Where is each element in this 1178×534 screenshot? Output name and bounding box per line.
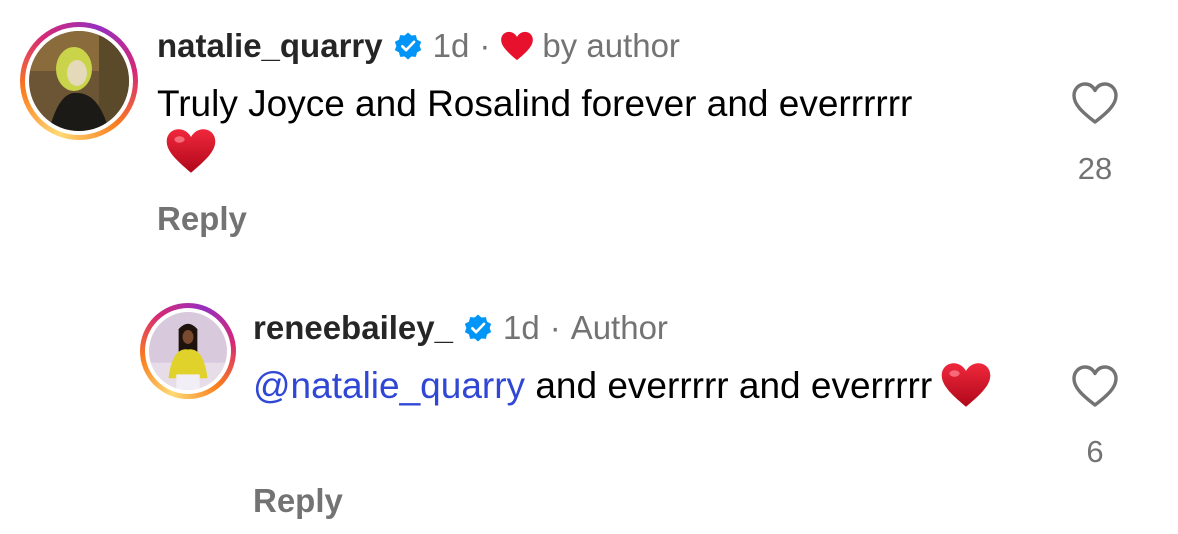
author-badge: Author <box>570 309 668 346</box>
comment-body: and everrrrr and everrrrr <box>525 365 933 406</box>
like-count: 6 <box>1086 434 1104 469</box>
verified-badge-icon <box>393 31 423 61</box>
avatar[interactable] <box>29 31 129 131</box>
comment-header: natalie_quarry 1d · by author <box>157 24 680 68</box>
heart-outline-icon[interactable] <box>1071 364 1119 408</box>
timestamp: 1d <box>432 27 470 64</box>
comment-text: @natalie_quarry and everrrrr and everrrr… <box>253 362 1013 410</box>
separator: · <box>549 309 561 346</box>
timestamp: 1d <box>502 309 540 346</box>
like-count: 28 <box>1077 151 1113 186</box>
avatar-photo <box>149 312 227 390</box>
story-ring[interactable] <box>140 303 236 399</box>
mention-link[interactable]: @natalie_quarry <box>253 365 525 406</box>
username[interactable]: natalie_quarry <box>157 27 383 65</box>
like-group: 6 <box>1063 364 1127 470</box>
red-heart-icon <box>500 31 534 61</box>
story-ring[interactable] <box>20 22 138 140</box>
avatar-photo <box>29 31 129 131</box>
comment-text: Truly Joyce and Rosalind forever and eve… <box>157 80 917 176</box>
comment-header: reneebailey_ 1d · Author <box>253 306 668 350</box>
verified-badge-icon <box>463 313 493 343</box>
heart-outline-icon[interactable] <box>1071 81 1119 125</box>
reply-button[interactable]: Reply <box>157 200 247 238</box>
liked-by-author-label: by author <box>542 27 680 64</box>
reply-button[interactable]: Reply <box>253 482 343 520</box>
like-group: 28 <box>1063 81 1127 187</box>
username[interactable]: reneebailey_ <box>253 309 453 347</box>
comment-body: Truly Joyce and Rosalind forever and eve… <box>157 83 913 124</box>
red-heart-emoji <box>165 128 217 174</box>
red-heart-emoji <box>940 362 992 408</box>
avatar[interactable] <box>149 312 227 390</box>
separator: · <box>479 27 491 64</box>
